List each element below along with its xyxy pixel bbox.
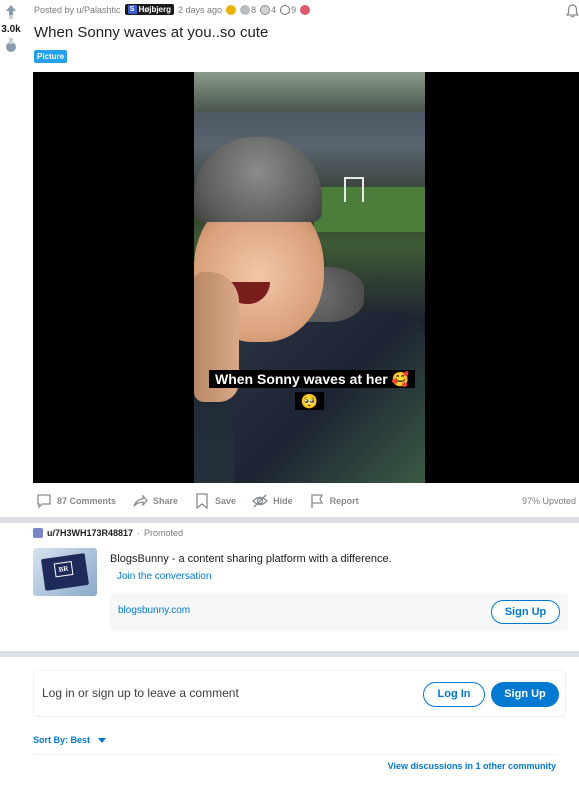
comments-label: 87 Comments	[57, 496, 117, 506]
heart-award-icon	[300, 4, 311, 15]
report-button[interactable]: Report	[309, 493, 359, 509]
award-helpful[interactable]: 8	[240, 4, 257, 15]
wholesome-award-icon	[260, 4, 271, 15]
share-label: Share	[153, 496, 179, 506]
promoted-tag: Promoted	[144, 528, 184, 538]
award-heart[interactable]	[300, 4, 311, 15]
post-actions: 87 Comments Share Save Hide Report 97% U…	[36, 491, 576, 511]
award-count: 9	[291, 4, 297, 15]
promoted-avatar-icon[interactable]	[33, 528, 43, 538]
sort-by-label: Sort By: Best	[33, 735, 91, 745]
post-meta: Posted by u/Palashtic S Højbjerg 2 days …	[34, 4, 311, 15]
promoted-text[interactable]: BlogsBunny - a content sharing platform …	[110, 553, 392, 565]
gold-award-icon	[226, 4, 237, 15]
pitch	[314, 187, 425, 232]
eye-slash-icon	[252, 494, 268, 508]
comments-button[interactable]: 87 Comments	[36, 493, 116, 509]
section-divider	[0, 517, 579, 523]
comment-login-box: Log in or sign up to leave a comment Log…	[33, 670, 566, 717]
promoted-link[interactable]: Join the conversation	[117, 571, 212, 582]
blogsbunny-logo: BR	[40, 553, 90, 591]
save-button[interactable]: Save	[194, 493, 236, 509]
posted-by[interactable]: Posted by u/Palashtic	[34, 5, 121, 15]
save-label: Save	[215, 496, 237, 506]
goalpost	[344, 177, 364, 202]
stadium-lights	[194, 72, 425, 112]
report-label: Report	[329, 496, 359, 506]
promoted-user[interactable]: u/7H3WH173R48817	[47, 528, 133, 538]
video-caption: When Sonny waves at her 🥰🥺	[209, 368, 416, 412]
spurs-badge-icon: S	[127, 5, 137, 14]
silver-award-icon	[280, 4, 291, 15]
post-time[interactable]: 2 days ago	[178, 5, 222, 15]
notification-bell-icon[interactable]	[566, 4, 579, 18]
view-discussions-link[interactable]: View discussions in 1 other community	[388, 761, 556, 771]
blogsbunny-logo-text: BR	[53, 560, 74, 578]
promoted-cta-box: blogsbunny.com Sign Up	[110, 593, 568, 631]
login-button[interactable]: Log In	[423, 682, 485, 707]
signup-button[interactable]: Sign Up	[491, 682, 559, 707]
bookmark-icon	[196, 493, 208, 509]
beanie	[194, 137, 322, 222]
promoted-thumbnail[interactable]: BR	[33, 548, 97, 596]
chevron-down-icon	[98, 737, 107, 743]
post-media[interactable]: When Sonny waves at her 🥰🥺	[33, 72, 579, 483]
award-count: 8	[251, 4, 257, 15]
award-wholesome[interactable]: 4	[260, 4, 277, 15]
promoted-header: u/7H3WH173R48817 · Promoted	[33, 528, 183, 538]
comment-login-text: Log in or sign up to leave a comment	[42, 686, 239, 700]
share-button[interactable]: Share	[132, 493, 178, 509]
award-gold[interactable]	[226, 4, 237, 15]
user-flair: S Højbjerg	[124, 4, 175, 15]
hide-label: Hide	[273, 496, 293, 506]
award-count: 4	[271, 4, 277, 15]
post-page: 3.0k Posted by u/Palashtic S Højbjerg 2 …	[0, 0, 579, 787]
share-icon	[133, 494, 148, 507]
promoted-domain[interactable]: blogsbunny.com	[118, 605, 190, 616]
promoted-signup-button[interactable]: Sign Up	[491, 600, 560, 624]
post-flair[interactable]: Picture	[34, 50, 68, 63]
upvote-ratio: 97% Upvoted	[521, 496, 576, 506]
sort-divider	[33, 754, 557, 755]
vote-score: 3.0k	[1, 24, 21, 35]
comment-icon	[37, 494, 51, 509]
vote-column: 3.0k	[0, 4, 22, 53]
upvote-arrow-icon[interactable]	[3, 4, 19, 20]
flag-icon	[310, 494, 323, 508]
sort-by-dropdown[interactable]: Sort By: Best	[33, 735, 107, 745]
downvote-arrow-icon[interactable]	[3, 37, 19, 53]
video-caption-text: When Sonny waves at her 🥰🥺	[209, 370, 416, 410]
helpful-award-icon	[240, 4, 251, 15]
post-title[interactable]: When Sonny waves at you..so cute	[34, 24, 268, 41]
hide-button[interactable]: Hide	[252, 493, 293, 509]
section-divider	[0, 651, 579, 657]
user-flair-label: Højbjerg	[138, 5, 172, 14]
video-frame[interactable]: When Sonny waves at her 🥰🥺	[194, 72, 425, 483]
award-silver[interactable]: 9	[280, 4, 297, 15]
